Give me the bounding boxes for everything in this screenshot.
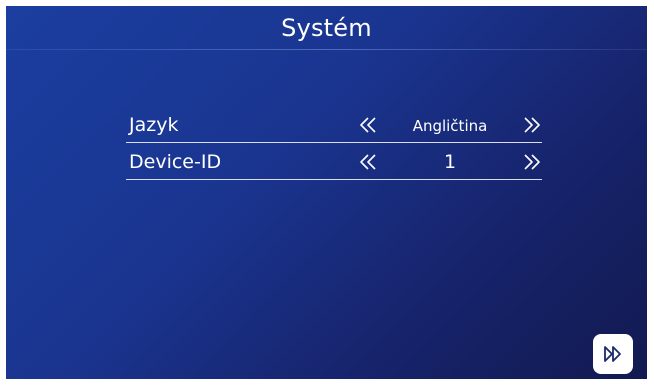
double-chevron-left-icon xyxy=(360,117,376,133)
setting-value-device-id: 1 xyxy=(443,151,457,173)
setting-row-device-id: Device-ID 1 xyxy=(126,146,542,180)
setting-label-language: Jazyk xyxy=(129,114,179,136)
page-title: Systém xyxy=(281,14,372,42)
double-chevron-right-icon xyxy=(524,154,540,170)
setting-value-language: Angličtina xyxy=(412,117,488,135)
next-page-button[interactable] xyxy=(593,334,633,374)
device-id-prev-button[interactable] xyxy=(357,151,381,173)
language-prev-button[interactable] xyxy=(357,114,381,136)
device-id-next-button[interactable] xyxy=(519,151,543,173)
row-divider xyxy=(126,142,542,143)
setting-row-language: Jazyk Angličtina xyxy=(126,109,542,143)
setting-label-device-id: Device-ID xyxy=(129,151,222,173)
title-divider xyxy=(6,49,647,50)
language-next-button[interactable] xyxy=(519,114,543,136)
row-divider xyxy=(126,179,542,180)
double-chevron-right-icon xyxy=(604,346,621,362)
settings-screen: Systém Jazyk Angličtina Device-ID 1 xyxy=(6,6,647,379)
double-chevron-right-icon xyxy=(524,117,540,133)
double-chevron-left-icon xyxy=(360,154,376,170)
